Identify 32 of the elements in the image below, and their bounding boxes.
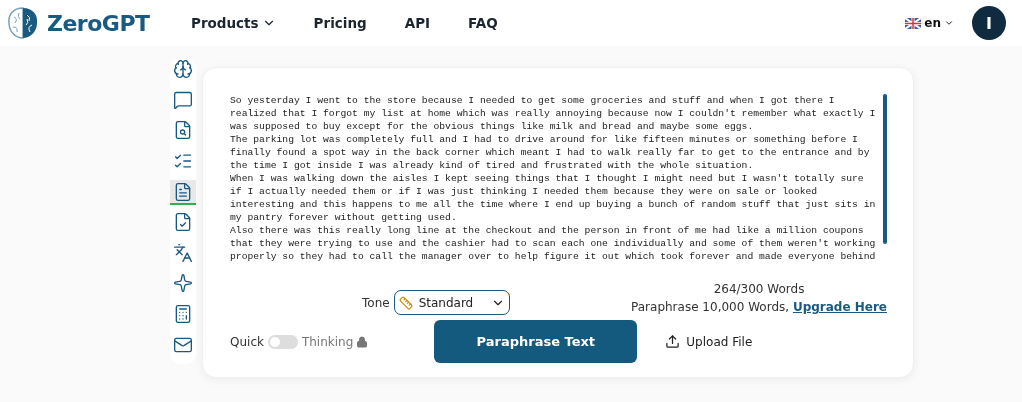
word-count: 264/300 Words: [713, 282, 805, 296]
mode-toggle[interactable]: [267, 334, 298, 349]
ruler-icon: [398, 295, 413, 310]
sidebar-item[interactable]: [170, 180, 196, 205]
brain-icon: [173, 59, 193, 80]
document-search-icon: [173, 120, 193, 141]
logo-text[interactable]: ZeroGPT: [47, 10, 150, 36]
text-input[interactable]: So yesterday I went to the store because I needed to get some groceries and stuff and when I got there I realized that I forgot my list at home which was really annoying because now I couldn't remember what exactly I was supposed to buy except for the obvious things like milk and bread and maybe some eggs. The parking lot was completely full and I had to drive around for like fifteen minutes or something before I finally found a spot way in the back corner which meant I had to walk really far to get to the entrance and by the time I got inside I was already kind of tired and frustrated with the whole situation. When I was walking down the aisles I kept seeing things that I thought I might need but I wasn't totally sure if I actually needed them or if I was just thinking I needed them because they were on sale or looked interesting and this happens to me all the time where I end up buying a bunch of random stuff that just sits in my pantry forever without getting used. Also there was this really long line at the checkout and the person in front of me had like a million coupons that they were trying to use and the cashier had to scan each one individually and some of them weren't working properly so they had to call the manager over to help figure it out which took forever and made everyone behind: [230, 94, 879, 274]
chevron-down-icon: [944, 18, 954, 28]
calculator-icon: [173, 304, 193, 325]
upgrade-text: Paraphrase 10,000 Words, Upgrade Here: [631, 300, 887, 314]
chat-icon: [173, 89, 193, 110]
flag-icon[interactable]: [905, 17, 922, 29]
language-selector[interactable]: en: [924, 16, 941, 30]
translate-icon: [173, 242, 193, 263]
user-avatar[interactable]: I: [972, 6, 1006, 40]
document-icon: [173, 181, 193, 202]
paraphrase-button[interactable]: Paraphrase Text: [434, 320, 638, 363]
upgrade-link[interactable]: Upgrade Here: [792, 300, 887, 314]
upload-icon: [665, 334, 681, 349]
nav-link[interactable]: Products: [191, 15, 276, 31]
thinking-label: Thinking: [301, 334, 354, 349]
upload-button[interactable]: Upload File: [659, 333, 759, 350]
scrollbar[interactable]: [883, 94, 887, 244]
nav-link[interactable]: FAQ: [468, 15, 498, 31]
tone-label: Tone: [362, 295, 390, 310]
document-check-icon: [173, 212, 193, 233]
sparkle-icon: [173, 273, 193, 294]
tone-select[interactable]: Standard: [393, 290, 510, 315]
nav-link[interactable]: Pricing: [313, 15, 367, 31]
nav-link[interactable]: API: [404, 15, 431, 31]
quick-label: Quick: [230, 334, 264, 349]
